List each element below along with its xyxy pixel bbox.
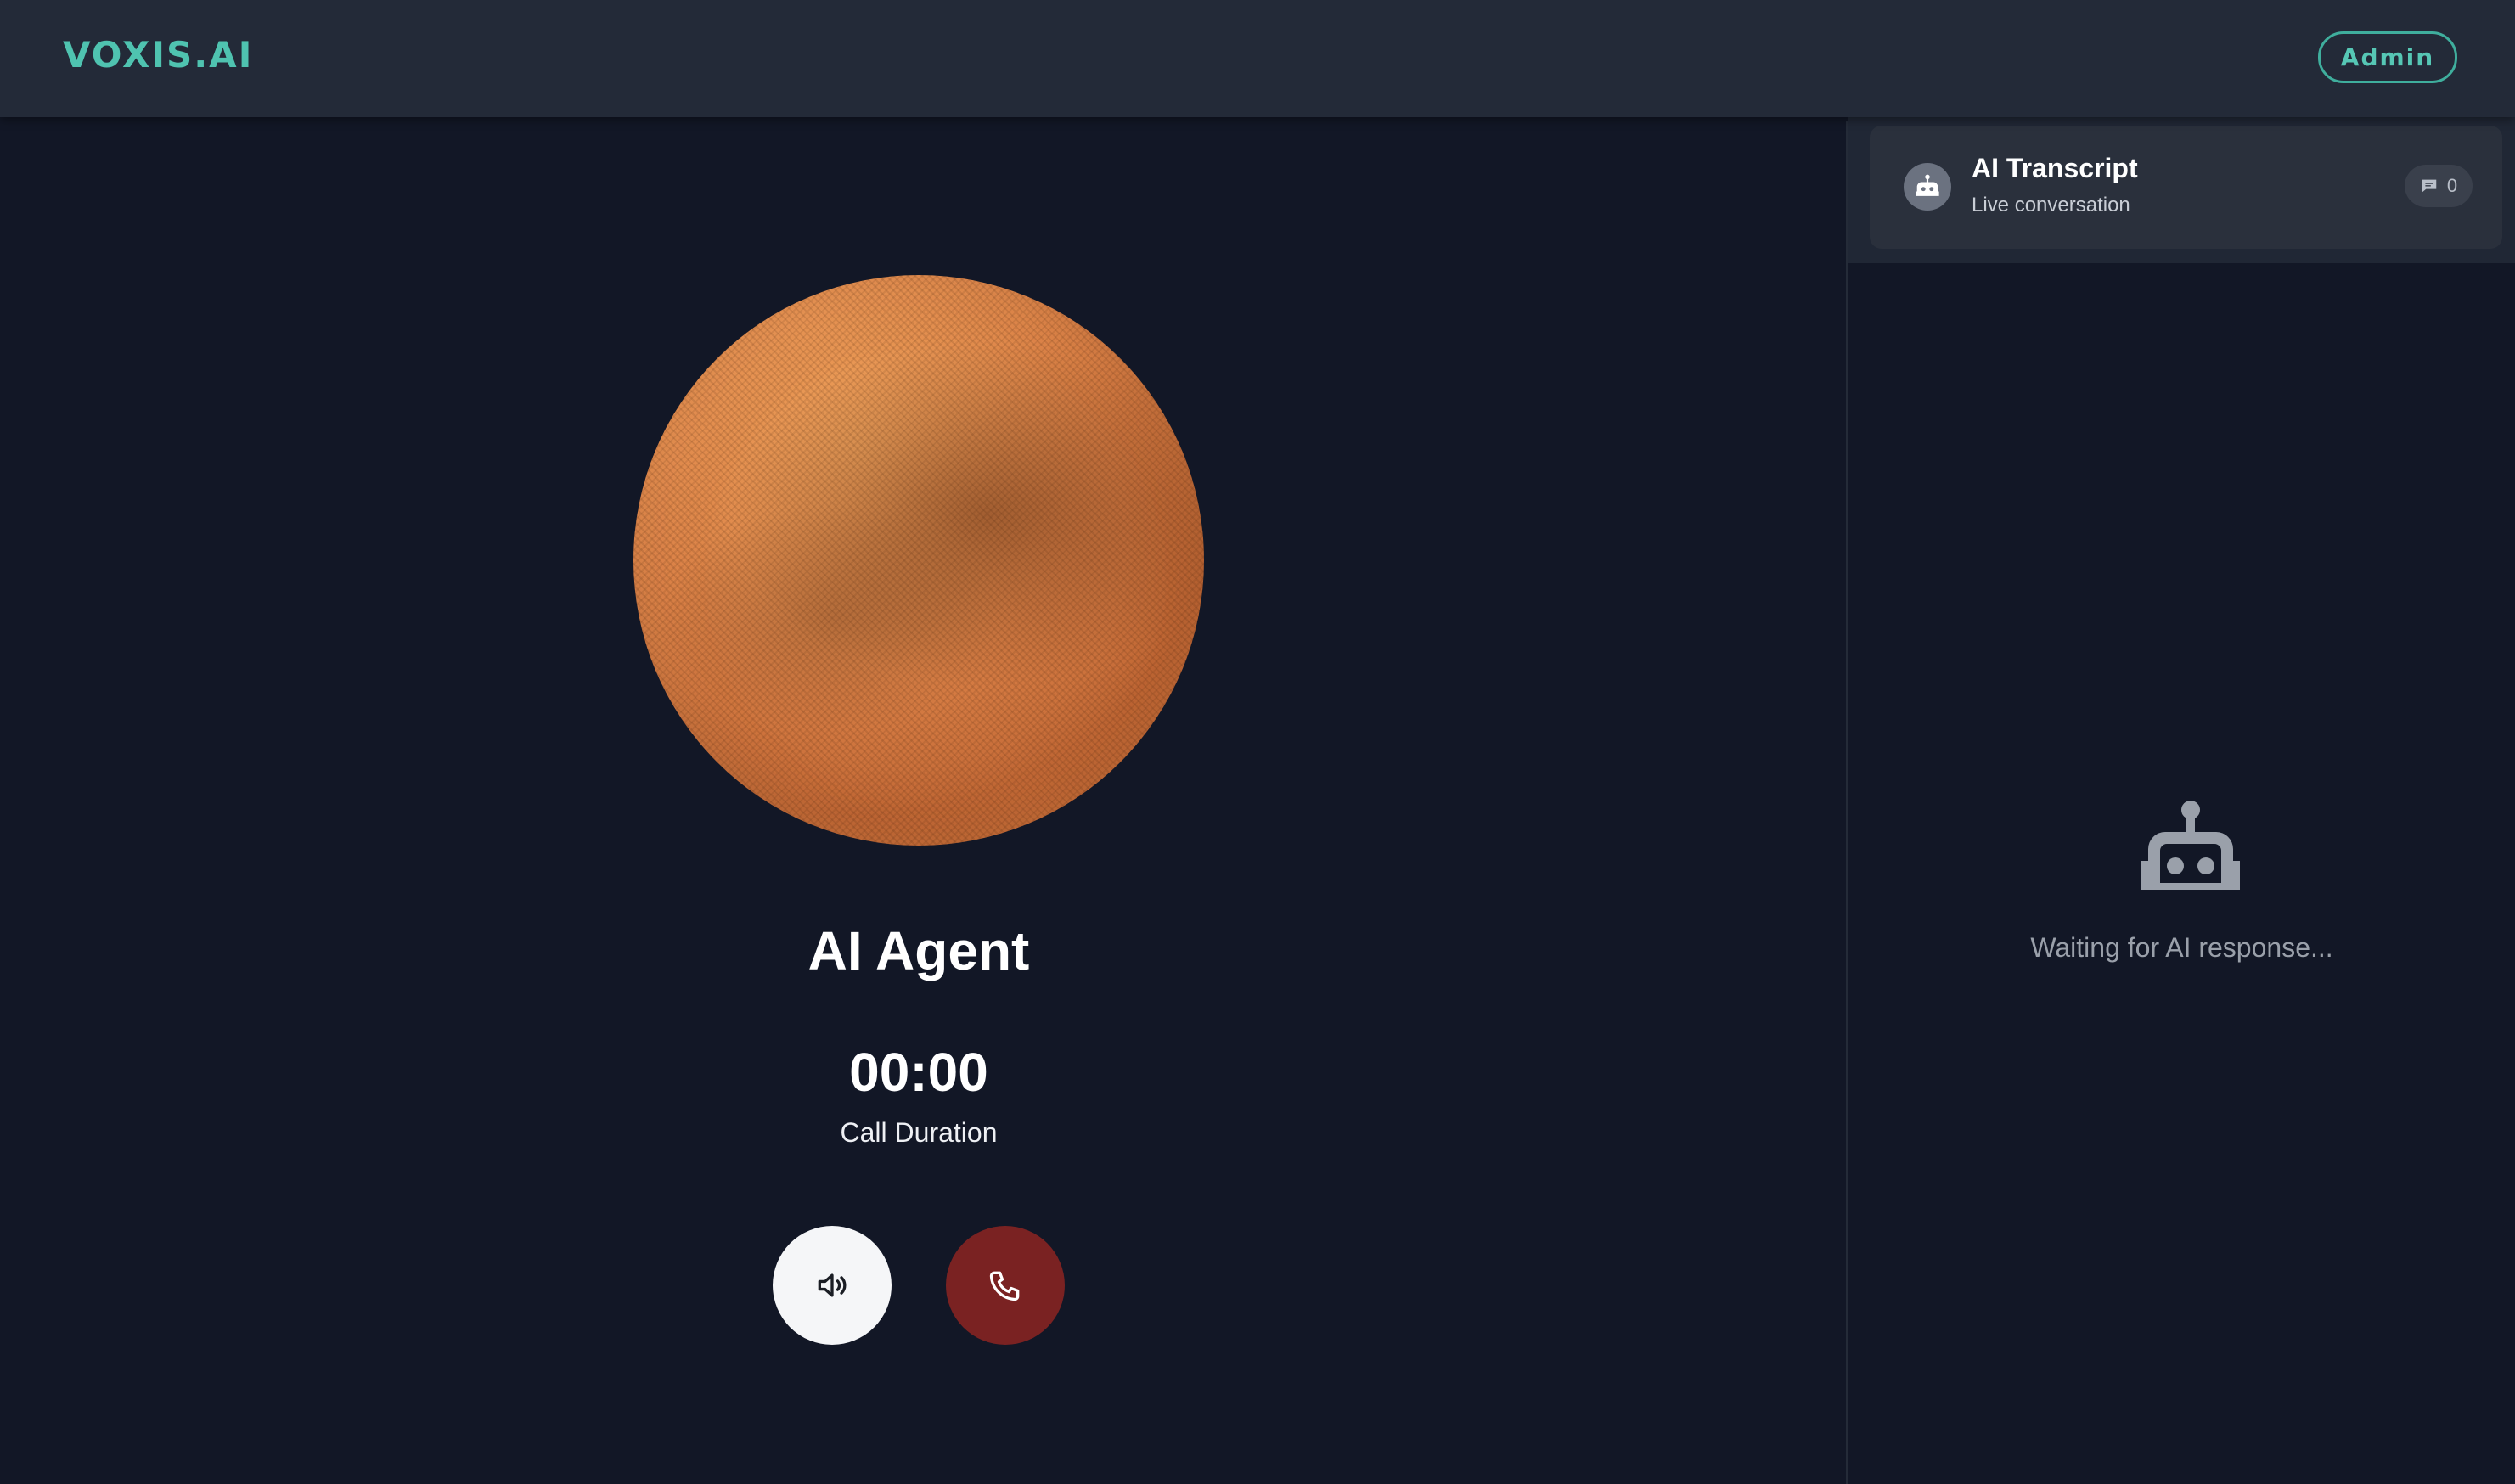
transcript-title: AI Transcript [1972, 153, 2138, 183]
robot-placeholder-icon [2141, 801, 2240, 890]
transcript-panel: AI Transcript Live conversation 0 Waitin… [1848, 117, 2515, 1484]
call-panel: AI Agent 00:00 Call Duration [0, 117, 1844, 1484]
robot-icon [1916, 174, 1939, 196]
hangup-button[interactable] [946, 1226, 1065, 1345]
app-logo[interactable]: VOXIS.AI [63, 34, 253, 76]
message-count-badge: 0 [2405, 165, 2473, 207]
transcript-header-card: AI Transcript Live conversation 0 [1870, 126, 2502, 249]
call-timer: 00:00 [849, 1042, 988, 1103]
speaker-button[interactable] [773, 1226, 892, 1345]
waiting-message: Waiting for AI response... [2030, 932, 2333, 963]
admin-button[interactable]: Admin [2318, 31, 2457, 83]
speaker-icon [818, 1273, 847, 1297]
transcript-subtitle: Live conversation [1972, 194, 2130, 216]
chat-icon [2422, 179, 2437, 193]
robot-avatar [1904, 163, 1951, 211]
phone-icon [989, 1271, 1020, 1301]
agent-name: AI Agent [807, 920, 1030, 981]
voice-orb [633, 275, 1204, 846]
message-count: 0 [2446, 175, 2458, 196]
top-header: VOXIS.AI Admin [0, 0, 2515, 117]
call-duration-label: Call Duration [840, 1117, 998, 1148]
